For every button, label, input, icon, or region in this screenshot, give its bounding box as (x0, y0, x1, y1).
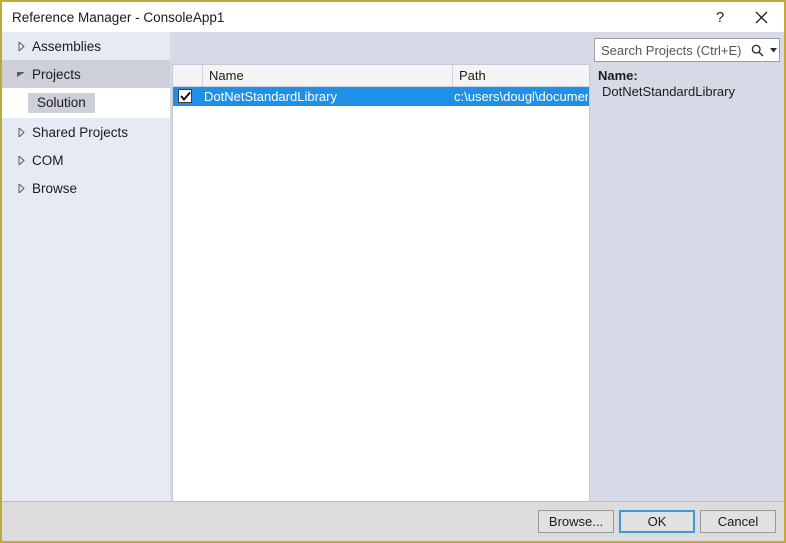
sidebar-item-label: Browse (32, 180, 78, 196)
sidebar-item-com[interactable]: COM (2, 146, 170, 174)
column-header-path[interactable]: Path (453, 65, 589, 86)
chevron-down-icon[interactable] (767, 47, 779, 53)
chevron-down-icon (10, 71, 32, 78)
sidebar-item-projects[interactable]: Projects (2, 60, 170, 88)
sidebar-item-label: Projects (32, 66, 81, 82)
row-checkbox[interactable] (178, 89, 192, 103)
sidebar-item-label: Assemblies (32, 38, 102, 54)
category-panel: Assemblies Projects Solution Shared Proj… (2, 32, 170, 511)
chevron-right-icon (10, 183, 32, 193)
sidebar-item-assemblies[interactable]: Assemblies (2, 32, 170, 60)
close-icon (755, 11, 768, 24)
chevron-right-icon (10, 41, 32, 51)
close-button[interactable] (744, 2, 778, 32)
sidebar-subpanel: Solution (2, 88, 170, 118)
table-row[interactable]: DotNetStandardLibrary c:\users\dougl\doc… (173, 87, 589, 106)
column-header-checkbox[interactable] (173, 65, 203, 86)
sidebar-item-shared-projects[interactable]: Shared Projects (2, 118, 170, 146)
details-name-label: Name: (598, 68, 638, 83)
chevron-right-icon (10, 155, 32, 165)
ok-button[interactable]: OK (619, 510, 695, 533)
title-bar: Reference Manager - ConsoleApp1 ? (2, 2, 784, 32)
row-name: DotNetStandardLibrary (204, 89, 337, 104)
question-mark-icon: ? (715, 8, 725, 26)
chevron-right-icon (10, 127, 32, 137)
details-pane: Name: DotNetStandardLibrary (598, 64, 780, 536)
sidebar-item-solution[interactable]: Solution (28, 93, 95, 113)
details-name-value: DotNetStandardLibrary (602, 84, 735, 99)
list-header-row: Name Path (173, 65, 589, 87)
dialog-button-bar: Browse... OK Cancel (2, 501, 784, 541)
dialog-body: Assemblies Projects Solution Shared Proj… (2, 32, 784, 541)
sidebar-item-browse[interactable]: Browse (2, 174, 170, 202)
reference-list-panel: Name Path DotNetStandardLibrary c:\users… (172, 64, 590, 536)
row-path: c:\users\dougl\documen (454, 89, 588, 104)
browse-button[interactable]: Browse... (538, 510, 614, 533)
sidebar-item-label: Shared Projects (32, 124, 129, 140)
window-title: Reference Manager - ConsoleApp1 (12, 10, 225, 25)
search-box (594, 38, 780, 62)
cancel-button[interactable]: Cancel (700, 510, 776, 533)
help-button[interactable]: ? (703, 2, 737, 32)
sidebar-item-label: COM (32, 152, 64, 168)
search-input[interactable] (595, 40, 747, 60)
search-icon[interactable] (747, 44, 767, 57)
column-header-name[interactable]: Name (203, 65, 453, 86)
reference-manager-dialog: Reference Manager - ConsoleApp1 ? Assemb… (0, 0, 786, 543)
